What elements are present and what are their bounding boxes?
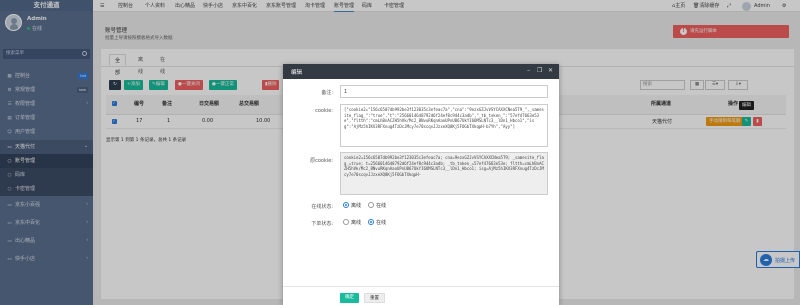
- radio-icon: [368, 202, 374, 208]
- orig-cookie-label: 原cookie:: [310, 158, 333, 164]
- radio-label: 在线: [376, 220, 387, 226]
- orig-cookie-textarea: cookie2=156c6507db992be3f123035c3efeac7a…: [340, 152, 548, 195]
- cookie-label: cookie:: [315, 108, 333, 114]
- modal-title: 编辑: [291, 70, 303, 76]
- confirm-button[interactable]: 确定: [340, 293, 359, 303]
- edit-modal: 编辑 – ❐ ✕ 备注: 1 cookie: ["cookie2="156c65…: [283, 64, 559, 305]
- reset-button[interactable]: 重置: [364, 293, 385, 303]
- online-status-label: 在线状态:: [311, 204, 333, 210]
- modal-footer: 确定 重置: [283, 286, 559, 305]
- online-radio-offline[interactable]: 离线: [343, 202, 361, 209]
- close-icon[interactable]: ✕: [548, 67, 553, 74]
- online-radio-online[interactable]: 在线: [368, 202, 386, 209]
- order-radio-online[interactable]: 在线: [368, 219, 386, 226]
- radio-label: 在线: [376, 203, 387, 209]
- radio-icon: [368, 219, 374, 225]
- note-label: 备注:: [321, 90, 333, 96]
- cookie-textarea[interactable]: ["cookie2="156c6507db992be3f123035c3efea…: [340, 104, 548, 147]
- radio-label: 离线: [351, 203, 362, 209]
- order-status-label: 下单状态:: [311, 221, 333, 227]
- radio-icon: [343, 219, 349, 225]
- order-radio-offline[interactable]: 离线: [343, 219, 361, 226]
- minimize-icon[interactable]: –: [527, 67, 530, 74]
- modal-header: 编辑 – ❐ ✕: [283, 64, 559, 79]
- maximize-icon[interactable]: ❐: [537, 67, 542, 74]
- radio-label: 离线: [351, 220, 362, 226]
- note-input[interactable]: 1: [340, 85, 548, 98]
- radio-icon: [343, 202, 349, 208]
